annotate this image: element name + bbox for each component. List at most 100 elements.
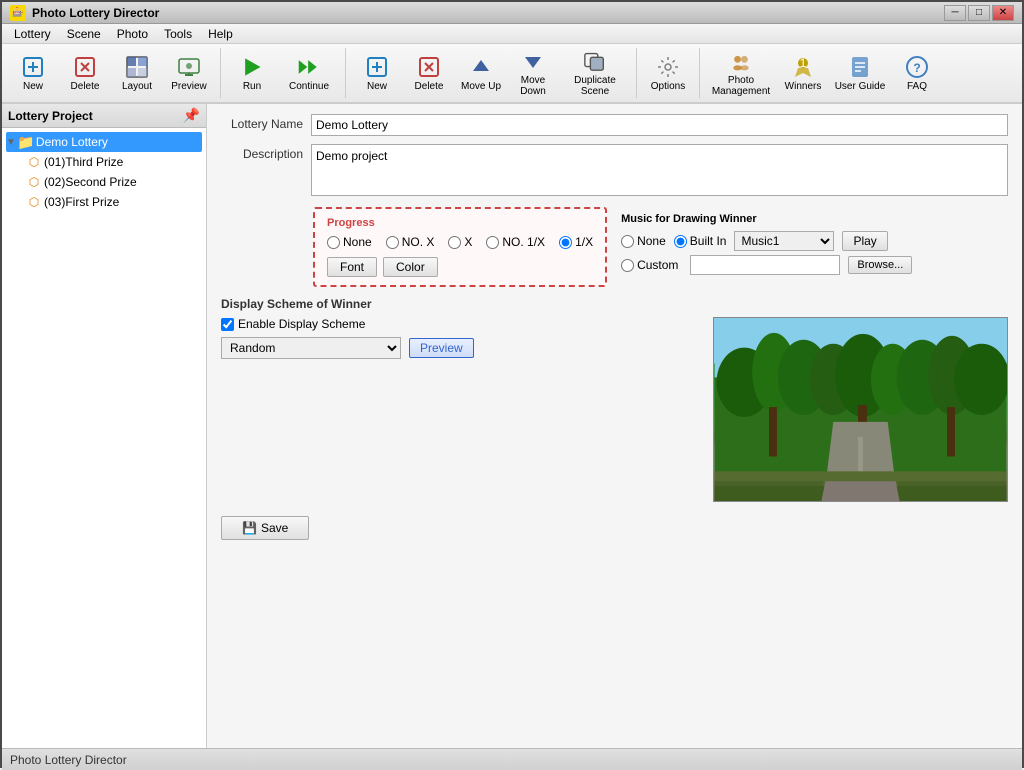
menu-scene[interactable]: Scene <box>59 25 109 43</box>
toolbar-options[interactable]: Options <box>643 47 693 99</box>
progress-no-x[interactable]: NO. X <box>386 235 435 249</box>
description-control: Demo project <box>311 144 1008 199</box>
toolbar-move-up[interactable]: Move Up <box>456 47 506 99</box>
enable-scheme-label: Enable Display Scheme <box>238 317 365 331</box>
run-label: Run <box>243 81 261 92</box>
music-none[interactable]: None <box>621 234 666 248</box>
description-input[interactable]: Demo project <box>311 144 1008 196</box>
custom-music-path[interactable] <box>690 255 840 275</box>
toolbar-layout[interactable]: Layout <box>112 47 162 99</box>
font-button[interactable]: Font <box>327 257 377 277</box>
music-select[interactable]: Music1 Music2 Music3 <box>734 231 834 251</box>
description-label: Description <box>221 144 311 161</box>
progress-1x[interactable]: 1/X <box>559 235 593 249</box>
delete-lottery-label: Delete <box>71 81 100 92</box>
status-bar: Photo Lottery Director <box>2 748 1022 770</box>
close-button[interactable]: ✕ <box>992 5 1014 21</box>
save-label: Save <box>261 521 288 535</box>
folder-icon: 📁 <box>18 134 34 150</box>
enable-scheme-checkbox[interactable] <box>221 318 234 331</box>
restore-button[interactable]: □ <box>968 5 990 21</box>
toolbar-delete-scene[interactable]: Delete <box>404 47 454 99</box>
pin-button[interactable]: 📌 <box>183 107 200 124</box>
layout-icon <box>125 55 149 79</box>
panel-header: Lottery Project 📌 <box>2 104 206 128</box>
progress-radio-row: None NO. X X NO. 1/X 1/X <box>327 235 593 249</box>
preview-label: Preview <box>171 81 207 92</box>
progress-x[interactable]: X <box>448 235 472 249</box>
toolbar-delete-lottery[interactable]: Delete <box>60 47 110 99</box>
description-row: Description Demo project <box>221 144 1008 199</box>
save-icon: 💾 <box>242 521 257 535</box>
hex-icon-second: ⬡ <box>26 174 42 190</box>
toolbar-move-down[interactable]: Move Down <box>508 47 558 99</box>
toolbar-user-guide[interactable]: User Guide <box>830 47 890 99</box>
photo-mgmt-label: Photo Management <box>709 75 773 97</box>
tree-item-third-label: (01)Third Prize <box>44 155 123 169</box>
color-button[interactable]: Color <box>383 257 438 277</box>
browse-button[interactable]: Browse... <box>848 256 912 274</box>
continue-label: Continue <box>289 81 329 92</box>
menu-bar: Lottery Scene Photo Tools Help <box>2 24 1022 44</box>
tree-item-second[interactable]: ⬡ (02)Second Prize <box>26 172 202 192</box>
toolbar-faq[interactable]: ? FAQ <box>892 47 942 99</box>
svg-text:?: ? <box>913 61 920 75</box>
preview-icon <box>177 55 201 79</box>
scheme-preview-button[interactable]: Preview <box>409 338 474 358</box>
toolbar-new-lottery[interactable]: New <box>8 47 58 99</box>
move-up-icon <box>469 55 493 79</box>
expand-icon: ▼ <box>6 137 16 148</box>
toolbar-new-scene[interactable]: New <box>352 47 402 99</box>
menu-tools[interactable]: Tools <box>156 25 200 43</box>
tree-item-second-label: (02)Second Prize <box>44 175 137 189</box>
minimize-button[interactable]: ─ <box>944 5 966 21</box>
progress-btn-row: Font Color <box>327 257 593 277</box>
tree-item-third[interactable]: ⬡ (01)Third Prize <box>26 152 202 172</box>
save-row: 💾 Save <box>221 516 1008 540</box>
tree-item-first[interactable]: ⬡ (03)First Prize <box>26 192 202 212</box>
menu-photo[interactable]: Photo <box>109 25 156 43</box>
left-content: Enable Display Scheme Random Scheme1 Sch… <box>221 317 699 502</box>
toolbar-winners[interactable]: 1 Winners <box>778 47 828 99</box>
lottery-name-label: Lottery Name <box>221 114 311 131</box>
play-button[interactable]: Play <box>842 231 887 251</box>
save-button[interactable]: 💾 Save <box>221 516 309 540</box>
winners-icon: 1 <box>791 55 815 79</box>
options-icon <box>656 55 680 79</box>
progress-none[interactable]: None <box>327 235 372 249</box>
toolbar-preview[interactable]: Preview <box>164 47 214 99</box>
title-bar: 🎰 Photo Lottery Director ─ □ ✕ <box>2 2 1022 24</box>
toolbar-continue[interactable]: Continue <box>279 47 339 99</box>
toolbar-duplicate[interactable]: Duplicate Scene <box>560 47 630 99</box>
toolbar-photo-mgmt[interactable]: Photo Management <box>706 47 776 99</box>
music-custom-row: Custom Browse... <box>621 255 912 275</box>
music-custom[interactable]: Custom <box>621 258 678 272</box>
new-lottery-label: New <box>23 81 43 92</box>
faq-label: FAQ <box>907 81 927 92</box>
toolbar-run[interactable]: Run <box>227 47 277 99</box>
enable-scheme-checkbox-row[interactable]: Enable Display Scheme <box>221 317 699 331</box>
app-icon: 🎰 <box>10 5 26 21</box>
display-scheme-section: Display Scheme of Winner Enable Display … <box>221 297 1008 502</box>
menu-lottery[interactable]: Lottery <box>6 25 59 43</box>
main-area: Lottery Project 📌 ▼ 📁 Demo Lottery ⬡ (01… <box>2 104 1022 748</box>
progress-no-1x[interactable]: NO. 1/X <box>486 235 545 249</box>
hex-icon-first: ⬡ <box>26 194 42 210</box>
right-panel: Lottery Name Description Demo project Pr… <box>207 104 1022 748</box>
menu-help[interactable]: Help <box>200 25 241 43</box>
tree-area: ▼ 📁 Demo Lottery ⬡ (01)Third Prize ⬡ (02… <box>2 128 206 748</box>
delete-scene-icon <box>417 55 441 79</box>
bottom-row: Enable Display Scheme Random Scheme1 Sch… <box>221 317 1008 502</box>
scheme-select[interactable]: Random Scheme1 Scheme2 <box>221 337 401 359</box>
tree-item-first-label: (03)First Prize <box>44 195 119 209</box>
tree-children: ⬡ (01)Third Prize ⬡ (02)Second Prize ⬡ (… <box>6 152 202 212</box>
tree-root-label: Demo Lottery <box>36 135 108 149</box>
left-panel: Lottery Project 📌 ▼ 📁 Demo Lottery ⬡ (01… <box>2 104 207 748</box>
forest-image <box>713 317 1008 502</box>
run-icon <box>240 55 264 79</box>
delete-lottery-icon <box>73 55 97 79</box>
music-none-row: None Built In Music1 Music2 Music3 Play <box>621 231 912 251</box>
music-builtin[interactable]: Built In <box>674 234 727 248</box>
lottery-name-input[interactable] <box>311 114 1008 136</box>
tree-root[interactable]: ▼ 📁 Demo Lottery <box>6 132 202 152</box>
